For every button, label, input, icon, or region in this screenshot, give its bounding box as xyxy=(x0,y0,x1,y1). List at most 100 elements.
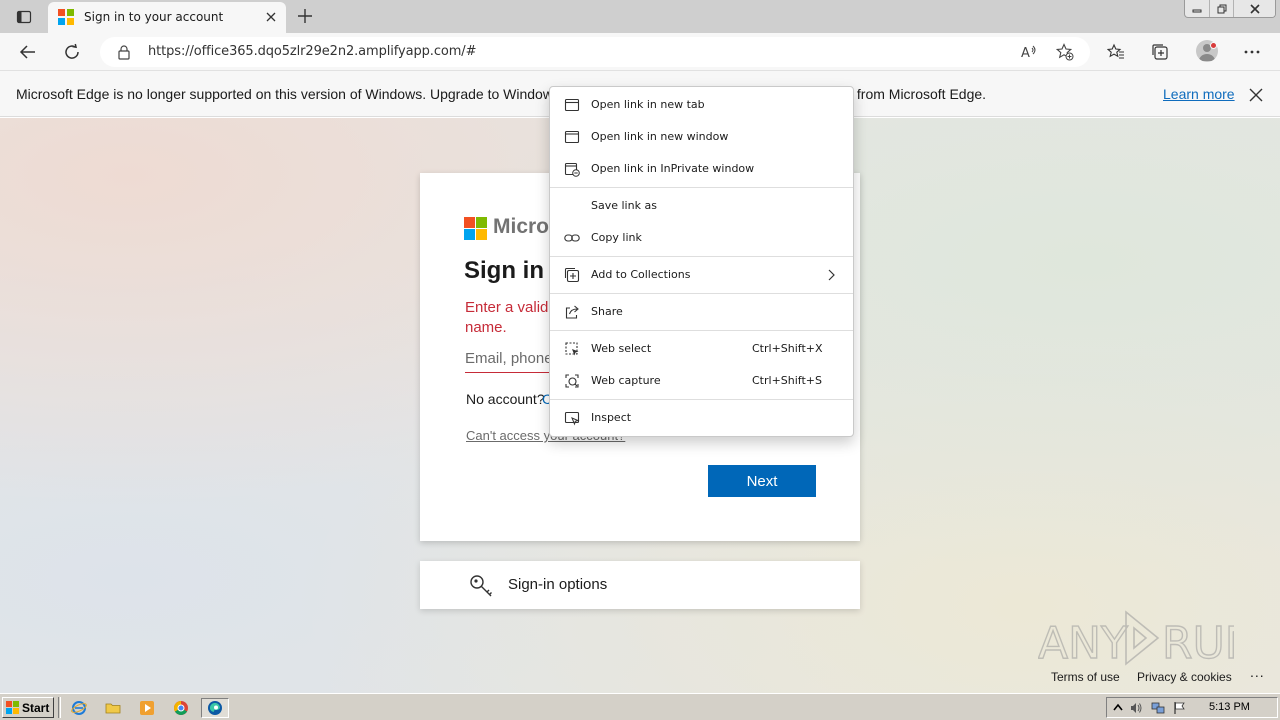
menu-item-open-new-window[interactable]: Open link in new window xyxy=(550,121,853,153)
system-tray: 5:13 PM xyxy=(1106,697,1278,718)
back-arrow-icon xyxy=(19,45,35,59)
edge-icon xyxy=(208,701,222,715)
chrome-icon xyxy=(174,701,188,715)
minimize-icon xyxy=(1192,9,1202,12)
learn-more-link[interactable]: Learn more xyxy=(1163,86,1235,102)
signin-options-label: Sign-in options xyxy=(508,576,608,593)
windows-logo-icon xyxy=(6,701,19,714)
web-select-icon xyxy=(565,342,579,356)
active-tab[interactable]: Sign in to your account xyxy=(48,2,286,33)
close-icon xyxy=(1249,3,1260,14)
settings-more-button[interactable] xyxy=(1240,40,1264,64)
media-player-button[interactable] xyxy=(136,698,158,718)
menu-item-web-select[interactable]: Web select Ctrl+Shift+X xyxy=(550,333,853,365)
add-favorite-icon[interactable] xyxy=(1056,43,1074,61)
browser-toolbar: https://office365.dqo5zlr29e2n2.amplifya… xyxy=(0,33,1280,71)
inprivate-icon xyxy=(564,162,580,177)
infobar-message: Microsoft Edge is no longer supported on… xyxy=(16,86,572,102)
internet-explorer-button[interactable] xyxy=(68,698,90,718)
watermark-text-left: ANY xyxy=(1038,618,1128,669)
chevron-right-icon xyxy=(828,269,835,281)
taskbar-divider xyxy=(58,697,61,718)
window-icon xyxy=(564,130,580,144)
error-message: Enter a valid xyxy=(465,299,549,316)
internet-explorer-icon xyxy=(71,701,87,715)
restore-icon xyxy=(1217,4,1226,13)
lock-icon[interactable] xyxy=(116,44,132,60)
menu-item-copy-link[interactable]: Copy link xyxy=(550,222,853,254)
new-tab-icon xyxy=(564,98,580,112)
favorites-button[interactable] xyxy=(1104,40,1128,64)
favorites-icon xyxy=(1107,43,1124,59)
link-icon xyxy=(564,234,580,242)
tab-actions-icon xyxy=(16,10,32,24)
watermark-text-right: RUN xyxy=(1162,618,1234,669)
window-controls xyxy=(1184,0,1276,18)
menu-item-open-inprivate[interactable]: Open link in InPrivate window xyxy=(550,153,853,185)
tab-actions-button[interactable] xyxy=(10,6,38,28)
more-horizontal-icon xyxy=(1244,50,1260,54)
key-icon xyxy=(470,575,492,597)
infobar-close-icon[interactable] xyxy=(1248,87,1264,103)
infobar-message-end: s from Microsoft Edge. xyxy=(846,86,987,102)
web-select-shortcut: Ctrl+Shift+X xyxy=(752,342,823,355)
inspect-icon xyxy=(564,411,580,426)
link-context-menu: Open link in new tab Open link in new wi… xyxy=(549,86,854,437)
menu-separator xyxy=(550,293,853,294)
signin-options-button[interactable]: Sign-in options xyxy=(420,561,860,609)
read-aloud-icon[interactable]: A xyxy=(1020,43,1038,61)
close-window-button[interactable] xyxy=(1233,0,1275,17)
volume-icon[interactable] xyxy=(1129,701,1143,715)
microsoft-logo-icon xyxy=(464,217,487,240)
tab-title: Sign in to your account xyxy=(84,10,224,24)
menu-separator xyxy=(550,187,853,188)
no-account-text: No account? xyxy=(466,391,545,407)
play-triangle-icon xyxy=(1125,610,1160,666)
anyrun-watermark: ANY RUN xyxy=(1038,610,1234,670)
start-button[interactable]: Start xyxy=(2,697,54,718)
address-url[interactable]: https://office365.dqo5zlr29e2n2.amplifya… xyxy=(148,44,476,59)
chrome-button[interactable] xyxy=(170,698,192,718)
chevron-up-icon[interactable] xyxy=(1111,701,1125,715)
profile-status-dot xyxy=(1210,42,1217,49)
tab-close-icon[interactable] xyxy=(264,10,278,24)
menu-item-open-new-tab[interactable]: Open link in new tab xyxy=(550,89,853,121)
windows-taskbar: Start 5:13 PM xyxy=(0,693,1280,720)
folder-icon xyxy=(105,703,121,714)
menu-separator xyxy=(550,399,853,400)
microsoft-favicon-icon xyxy=(58,9,74,25)
new-tab-icon[interactable] xyxy=(295,6,315,26)
file-explorer-button[interactable] xyxy=(102,698,124,718)
web-capture-icon xyxy=(565,374,579,388)
address-bar[interactable]: https://office365.dqo5zlr29e2n2.amplifya… xyxy=(100,37,1090,67)
web-capture-shortcut: Ctrl+Shift+S xyxy=(752,374,822,387)
menu-separator xyxy=(550,256,853,257)
footer-more-button[interactable]: ... xyxy=(1250,664,1265,680)
system-clock[interactable]: 5:13 PM xyxy=(1209,701,1250,713)
menu-item-share[interactable]: Share xyxy=(550,296,853,328)
action-center-flag-icon[interactable] xyxy=(1173,701,1187,715)
menu-separator xyxy=(550,330,853,331)
menu-item-web-capture[interactable]: Web capture Ctrl+Shift+S xyxy=(550,365,853,397)
next-button[interactable]: Next xyxy=(708,465,816,497)
back-button[interactable] xyxy=(16,40,40,64)
privacy-cookies-link[interactable]: Privacy & cookies xyxy=(1137,670,1232,684)
collections-icon xyxy=(1152,44,1168,60)
collections-button[interactable] xyxy=(1148,40,1172,64)
network-icon[interactable] xyxy=(1151,701,1165,715)
refresh-button[interactable] xyxy=(60,40,84,64)
restore-button[interactable] xyxy=(1209,0,1233,17)
error-message-cont: name. xyxy=(465,319,507,336)
start-label: Start xyxy=(22,700,50,715)
media-player-icon xyxy=(140,701,154,715)
tab-bar: Sign in to your account xyxy=(0,0,1280,33)
collections-icon xyxy=(564,267,580,283)
refresh-icon xyxy=(65,43,79,59)
terms-of-use-link[interactable]: Terms of use xyxy=(1051,670,1120,684)
menu-item-save-link-as[interactable]: Save link as xyxy=(550,190,853,222)
menu-item-inspect[interactable]: Inspect xyxy=(550,402,853,434)
menu-item-add-to-collections[interactable]: Add to Collections xyxy=(550,259,853,291)
page-title: Sign in xyxy=(464,257,544,284)
minimize-button[interactable] xyxy=(1185,0,1209,17)
edge-taskbar-button[interactable] xyxy=(201,698,229,718)
